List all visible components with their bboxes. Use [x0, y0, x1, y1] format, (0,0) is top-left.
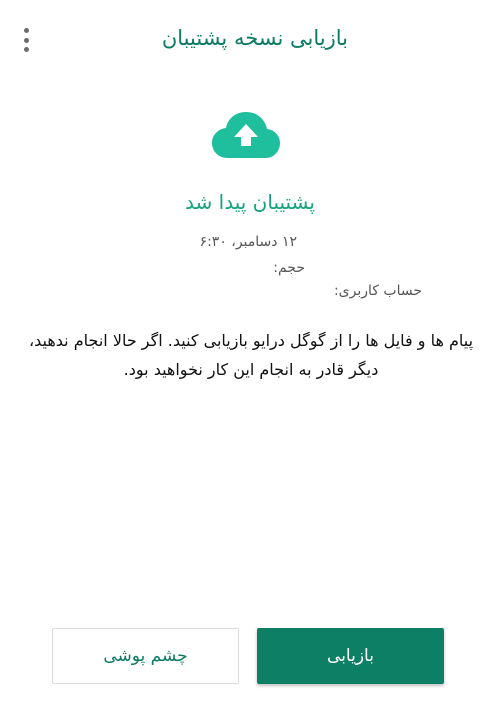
restore-button[interactable]: بازیابی	[257, 628, 444, 684]
more-options-icon[interactable]	[14, 26, 38, 54]
restore-backup-screen: بازیابی نسخه پشتیبان پشتیبان پیدا شد ۱۲ …	[0, 0, 500, 708]
restore-description: پیام ها و فایل ها را از گوگل درایو بازیا…	[28, 331, 474, 379]
menu-dot	[23, 47, 29, 52]
backup-date: ۱۲ دسامبر، ۶:۳۰	[199, 234, 297, 250]
backup-found-status: پشتیبان پیدا شد	[185, 190, 315, 214]
cloud-upload-icon	[210, 108, 282, 162]
backup-size-label: حجم:	[273, 260, 305, 276]
menu-dot	[23, 37, 29, 43]
page-title: بازیابی نسخه پشتیبان	[161, 26, 348, 50]
menu-dot	[23, 28, 29, 33]
backup-account-label: حساب کاربری:	[333, 283, 422, 299]
skip-button[interactable]: چشم پوشی	[52, 628, 239, 684]
